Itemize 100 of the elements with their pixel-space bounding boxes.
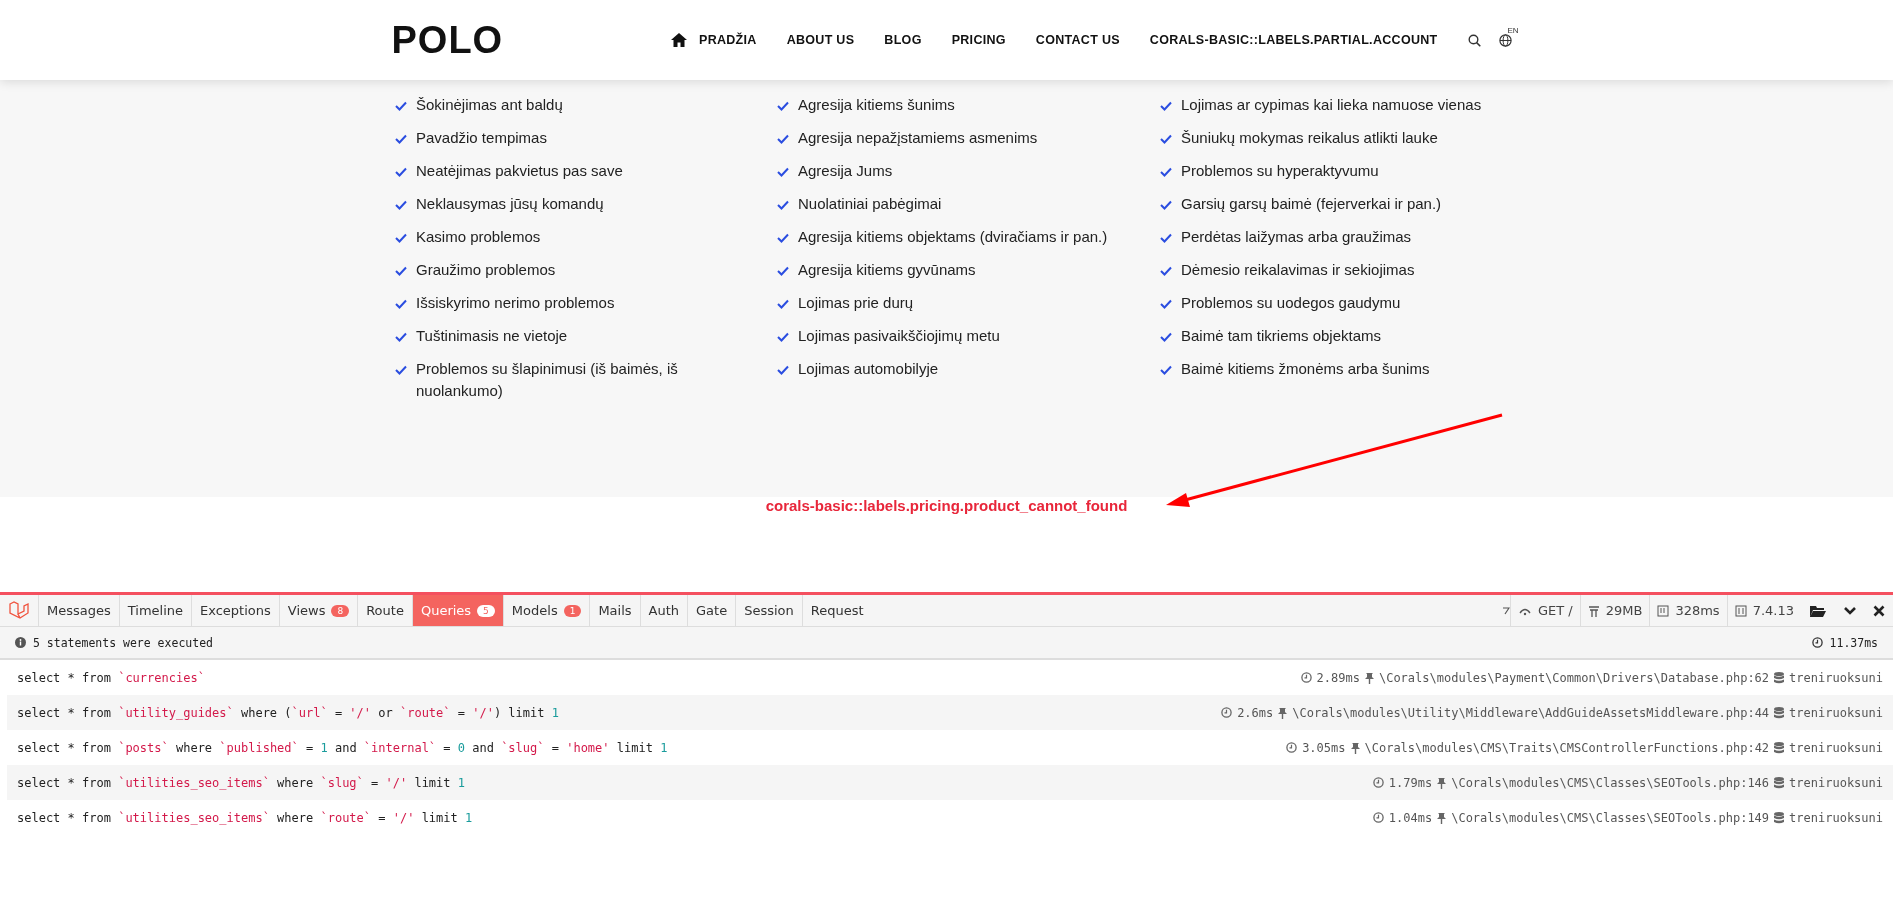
checkmark-icon xyxy=(777,134,789,144)
php-version-text: 7.4.13 xyxy=(1752,603,1794,618)
php-version-indicator[interactable]: 7.4.13 xyxy=(1726,595,1801,626)
list-item-text: Problemos su uodegos gaudymu xyxy=(1181,293,1401,313)
list-item-text: Agresija kitiems objektams (dviračiams ir pan.) xyxy=(798,227,1108,247)
request-indicator[interactable]: GET / xyxy=(1509,595,1580,626)
statements-summary: 5 statements were executed xyxy=(33,635,213,650)
list-item-text: Agresija Jums xyxy=(798,161,893,181)
list-item-text: Lojimas automobilyje xyxy=(798,359,939,379)
small-icon xyxy=(1501,606,1510,615)
query-time: 1.04ms xyxy=(1388,810,1433,825)
checkmark-icon xyxy=(1160,167,1172,177)
chevron-down-icon[interactable] xyxy=(1843,605,1857,616)
checkmark-icon xyxy=(1160,332,1172,342)
nav-link[interactable]: ABOUT US xyxy=(786,33,855,47)
checkmark-icon xyxy=(777,299,789,309)
checkmark-icon xyxy=(1160,200,1172,210)
code-box-icon xyxy=(1734,604,1747,617)
list-item-text: Nuolatiniai pabėgimai xyxy=(798,194,942,214)
duration-text: 328ms xyxy=(1675,603,1720,618)
sql-query: select * from `posts` where `published` = 1 and `internal` = 0 and `slug` = 'home' limit 1 xyxy=(17,740,668,755)
list-item-text: Baimė tam tikriems objektams xyxy=(1181,326,1382,346)
connection-name: treniruoksuni xyxy=(1789,810,1883,825)
nav-link[interactable]: PRICING xyxy=(951,33,1006,47)
connection-name: treniruoksuni xyxy=(1789,705,1883,720)
clock-icon xyxy=(1372,777,1384,788)
nav-link[interactable]: BLOG xyxy=(884,33,922,47)
debug-tab[interactable]: Timeline xyxy=(118,595,192,626)
pin-icon xyxy=(1437,811,1447,824)
debug-tab[interactable]: Session xyxy=(735,595,802,626)
database-icon xyxy=(1774,811,1785,824)
database-icon xyxy=(1774,741,1785,754)
debug-tab[interactable]: Auth xyxy=(639,595,688,626)
checkmark-icon xyxy=(395,299,407,309)
clock-icon xyxy=(1300,672,1312,683)
list-item-text: Šokinėjimas ant baldų xyxy=(416,95,563,115)
checkmark-icon xyxy=(395,101,407,111)
database-icon xyxy=(1774,776,1785,789)
site-logo[interactable]: POLO xyxy=(391,18,504,62)
pin-icon xyxy=(1350,741,1360,754)
list-item-text: Perdėtas laižymas arba graužimas xyxy=(1181,227,1412,247)
list-item-text: Problemos su šlapinimusi (iš baimės, iš nuolankumo) xyxy=(416,359,679,401)
checkmark-icon xyxy=(777,200,789,210)
info-icon xyxy=(15,637,26,648)
query-time: 2.89ms xyxy=(1316,670,1360,685)
total-time: 11.37ms xyxy=(1829,635,1878,650)
debug-tab[interactable]: Mails xyxy=(589,595,640,626)
checkmark-icon xyxy=(395,233,407,243)
count-badge: 5 xyxy=(477,604,495,617)
memory-indicator[interactable]: 29MB xyxy=(1579,595,1650,626)
checkmark-icon xyxy=(1160,134,1172,144)
sql-query: select * from `currencies` xyxy=(17,670,205,685)
duration-indicator[interactable]: 328ms xyxy=(1649,595,1727,626)
checkmark-icon xyxy=(777,233,789,243)
debug-tab[interactable]: Exceptions xyxy=(191,595,279,626)
close-icon[interactable] xyxy=(1873,604,1885,617)
clock-box-icon xyxy=(1657,604,1670,617)
list-item-text: Graužimo problemos xyxy=(416,260,556,280)
memory-icon xyxy=(1587,604,1600,617)
nav-link[interactable]: CORALS-BASIC::LABELS.PARTIAL.ACCOUNT xyxy=(1149,33,1438,47)
request-text: GET / xyxy=(1537,603,1573,618)
list-item-text: Agresija kitiems šunims xyxy=(798,95,955,115)
nav-link[interactable]: PRADŽIA xyxy=(671,33,757,47)
list-item-text: Pavadžio tempimas xyxy=(416,128,547,148)
debug-tab[interactable]: Messages xyxy=(38,595,119,626)
checkmark-icon xyxy=(777,167,789,177)
checkmark-icon xyxy=(395,266,407,276)
list-item-text: Kasimo problemos xyxy=(416,227,541,247)
debug-tab[interactable]: Route xyxy=(357,595,412,626)
database-icon xyxy=(1774,706,1785,719)
checkmark-icon xyxy=(395,200,407,210)
query-time: 2.6ms xyxy=(1237,705,1274,720)
checkmark-icon xyxy=(1160,101,1172,111)
sql-query: select * from `utilities_seo_items` where `route` = '/' limit 1 xyxy=(17,810,473,825)
search-icon[interactable] xyxy=(1467,33,1481,47)
list-item-text: Agresija kitiems gyvūnams xyxy=(798,260,976,280)
checkmark-icon xyxy=(1160,266,1172,276)
folder-icon[interactable] xyxy=(1809,603,1827,618)
connection-name: treniruoksuni xyxy=(1789,740,1883,755)
debug-tab[interactable]: Views 8 xyxy=(278,595,358,626)
list-item-text: Agresija nepažįstamiems asmenims xyxy=(798,128,1038,148)
query-source: \Corals\modules\CMS\Traits\CMSControllerFunctions.php:42 xyxy=(1364,740,1770,755)
query-source: \Corals\modules\Payment\Common\Drivers\Database.php:62 xyxy=(1378,670,1770,685)
debug-tab[interactable]: Gate xyxy=(687,595,736,626)
checkmark-icon xyxy=(395,167,407,177)
connection-name: treniruoksuni xyxy=(1789,775,1883,790)
list-item-text: Lojimas ar cypimas kai lieka namuose vienas xyxy=(1181,95,1482,115)
clock-icon xyxy=(1221,707,1233,718)
query-source: \Corals\modules\CMS\Classes\SEOTools.php:149 xyxy=(1451,810,1770,825)
nav-link[interactable]: CONTACT US xyxy=(1035,33,1120,47)
checkmark-icon xyxy=(395,365,407,375)
clock-icon xyxy=(1372,812,1384,823)
count-badge: 8 xyxy=(331,604,350,617)
list-item-text: Tuštinimasis ne vietoje xyxy=(416,326,568,346)
error-message: corals-basic::labels.pricing.product_cannot_found xyxy=(765,497,1128,516)
clock-icon xyxy=(1286,742,1298,753)
debug-tab[interactable]: Request xyxy=(801,595,872,626)
debug-tab[interactable]: Models 1 xyxy=(502,595,590,626)
checkmark-icon xyxy=(777,101,789,111)
globe-icon[interactable] xyxy=(1498,33,1512,47)
